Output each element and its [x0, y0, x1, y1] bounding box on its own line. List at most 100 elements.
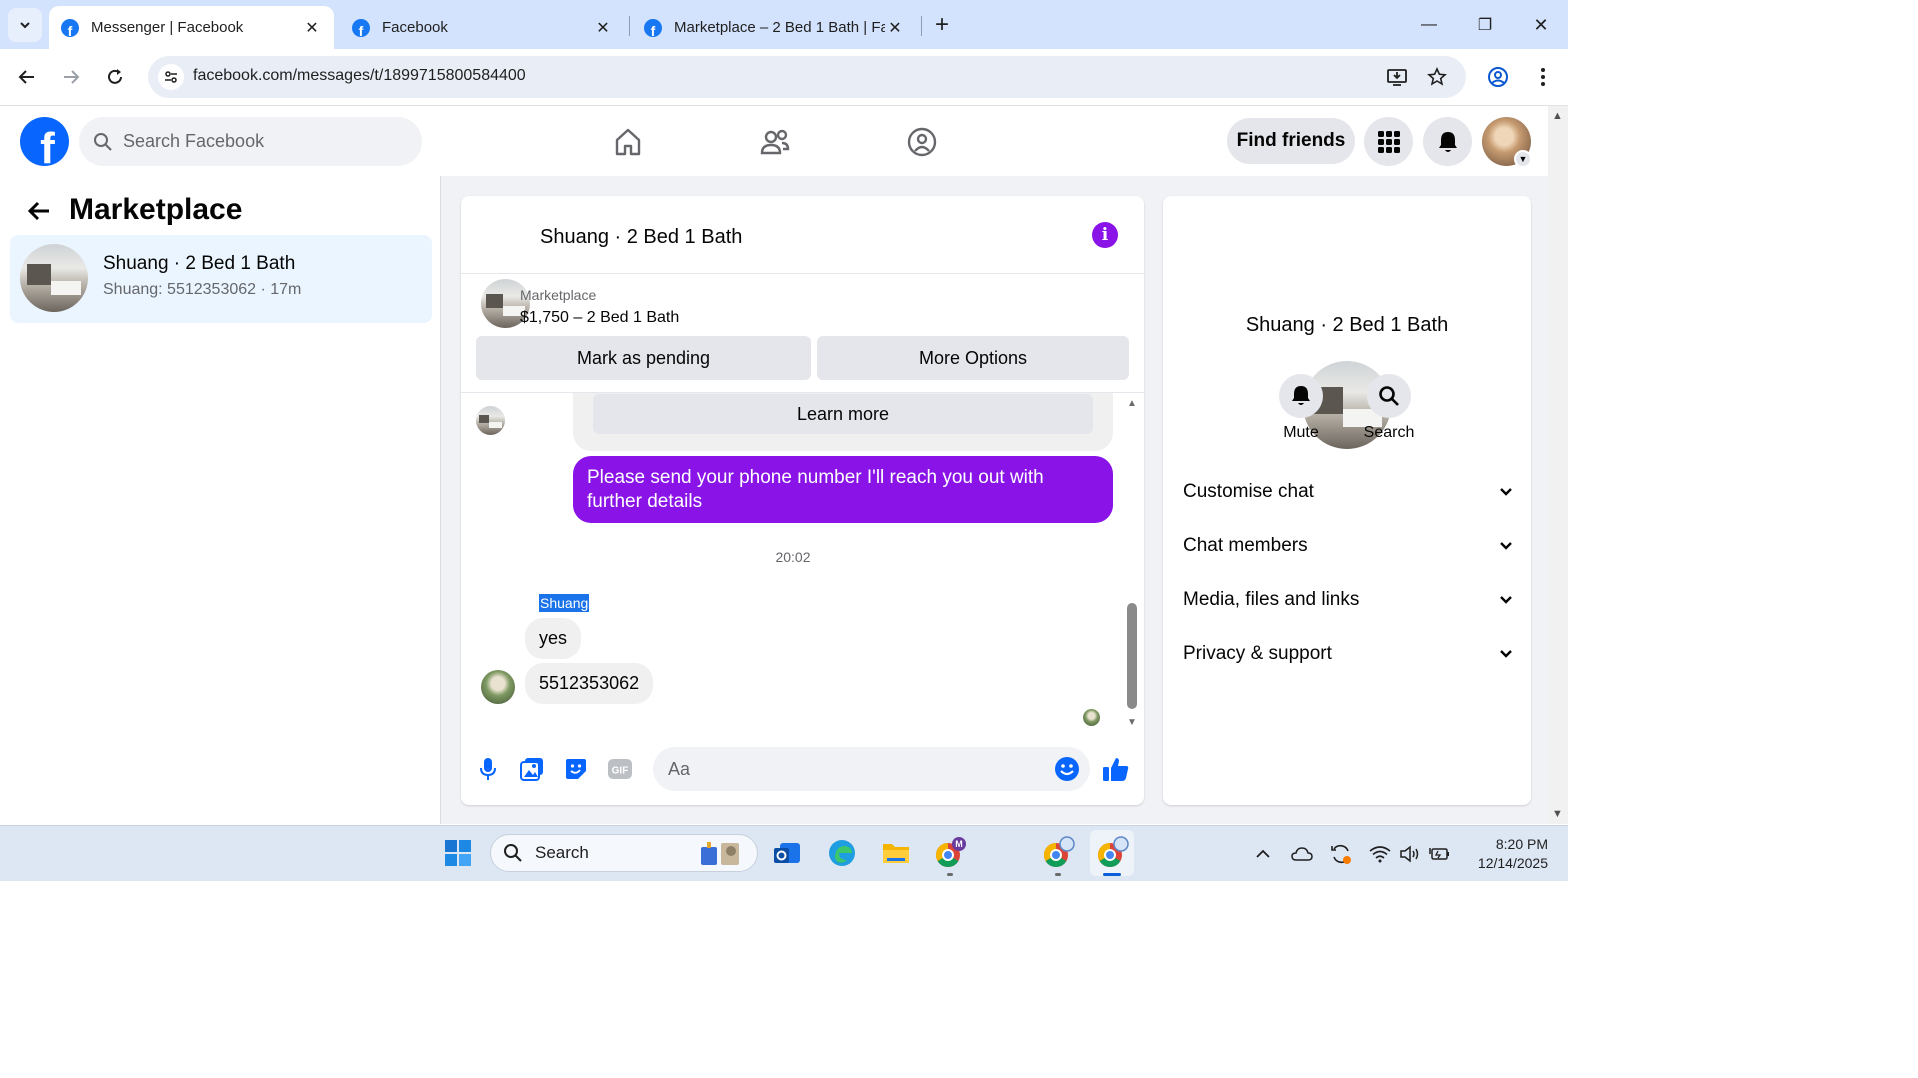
running-indicator [1055, 873, 1061, 876]
listing-price[interactable]: $1,750 – 2 Bed 1 Bath [520, 309, 679, 327]
voice-clip-button[interactable] [474, 755, 502, 783]
battery-charging-icon [1429, 848, 1449, 860]
tab-facebook[interactable]: f Facebook ✕ [340, 6, 625, 49]
home-nav-button[interactable] [606, 120, 650, 164]
panel-title: Marketplace [69, 193, 243, 226]
sender-avatar[interactable] [481, 670, 515, 704]
conversation-name: Shuang · 2 Bed 1 Bath [103, 253, 296, 274]
sticker-button[interactable] [562, 755, 590, 783]
restore-button[interactable]: ❐ [1470, 10, 1500, 40]
wifi-tray-icon[interactable] [1368, 842, 1392, 866]
reload-button[interactable] [98, 60, 132, 94]
search-label: Search [1363, 424, 1415, 441]
start-button[interactable] [438, 833, 478, 873]
media-files-links-section[interactable]: Media, files and links [1183, 580, 1513, 620]
tab-close-icon[interactable]: ✕ [885, 18, 905, 38]
tab-title: Facebook [382, 19, 448, 36]
outlook-taskbar-icon[interactable] [767, 833, 807, 873]
groups-nav-button[interactable] [900, 120, 944, 164]
tab-close-icon[interactable]: ✕ [593, 18, 613, 38]
chrome-icon [1043, 836, 1075, 868]
install-app-button[interactable] [1380, 60, 1414, 94]
chat-scroll-down-arrow[interactable]: ▼ [1125, 716, 1139, 728]
account-chevron-icon[interactable]: ▼ [1514, 150, 1532, 168]
outgoing-message: Please send your phone number I'll reach… [573, 456, 1113, 523]
learn-more-button[interactable]: Learn more [593, 394, 1093, 434]
folder-icon [883, 844, 909, 863]
tab-title: Marketplace – 2 Bed 1 Bath | Fa [674, 19, 885, 36]
onedrive-tray-icon[interactable] [1290, 842, 1314, 866]
page-scroll-down-arrow[interactable]: ▼ [1552, 808, 1563, 820]
search-in-conversation-button[interactable] [1367, 374, 1411, 418]
find-friends-button[interactable]: Find friends [1227, 118, 1355, 164]
edge-taskbar-icon[interactable] [822, 833, 862, 873]
wifi-icon [1369, 846, 1391, 863]
tab-close-icon[interactable]: ✕ [302, 18, 322, 38]
emoji-button[interactable] [1053, 755, 1081, 783]
chevron-down-icon [1500, 650, 1512, 658]
conversation-info-button[interactable]: i [1092, 222, 1118, 248]
send-like-button[interactable] [1102, 755, 1130, 783]
sender-name: Shuang [539, 594, 590, 612]
listing-thumbnail[interactable] [476, 406, 505, 435]
message-input[interactable] [668, 758, 1038, 780]
friends-nav-button[interactable] [753, 120, 797, 164]
edge-icon [829, 840, 855, 866]
message-composer[interactable] [653, 747, 1090, 791]
volume-tray-icon[interactable] [1398, 842, 1422, 866]
tab-search-menu-button[interactable] [8, 8, 42, 42]
chrome-icon: M [935, 837, 966, 868]
facebook-favicon-icon: f [352, 18, 370, 37]
facebook-search-input[interactable] [123, 131, 403, 152]
chat-scroll-up-arrow[interactable]: ▲ [1125, 397, 1139, 409]
gif-button[interactable]: GIF [606, 755, 634, 783]
site-info-button[interactable] [158, 64, 184, 90]
more-options-button[interactable]: More Options [817, 336, 1129, 380]
new-tab-button[interactable]: + [927, 10, 957, 40]
file-explorer-taskbar-icon[interactable] [876, 833, 916, 873]
chrome-profile-taskbar-icon[interactable] [1038, 833, 1078, 873]
menu-button[interactable] [1364, 117, 1413, 166]
back-button[interactable] [10, 60, 44, 94]
back-to-chats-button[interactable] [24, 196, 54, 226]
mute-button[interactable] [1279, 374, 1323, 418]
clock-time: 8:20 PM [1495, 836, 1548, 852]
chat-header-title[interactable]: Shuang · 2 Bed 1 Bath [540, 226, 742, 249]
chrome-active-taskbar-icon[interactable] [1092, 833, 1132, 873]
chrome-profile-m-taskbar-icon[interactable]: M [930, 833, 970, 873]
browser-menu-button[interactable] [1526, 60, 1560, 94]
page-scrollbar[interactable] [1548, 106, 1568, 824]
facebook-logo[interactable]: f [20, 117, 69, 166]
customise-chat-section[interactable]: Customise chat [1183, 472, 1513, 512]
privacy-support-section[interactable]: Privacy & support [1183, 634, 1513, 674]
forward-button[interactable] [54, 60, 88, 94]
chat-members-section[interactable]: Chat members [1183, 526, 1513, 566]
taskbar-clock[interactable]: 8:20 PM 12/14/2025 [1458, 835, 1548, 873]
section-label: Privacy & support [1183, 643, 1332, 664]
tab-messenger[interactable]: f Messenger | Facebook ✕ [49, 6, 334, 49]
mark-as-pending-button[interactable]: Mark as pending [476, 336, 811, 380]
section-label: Chat members [1183, 535, 1308, 556]
tab-marketplace[interactable]: f Marketplace – 2 Bed 1 Bath | Fa ✕ [632, 6, 917, 49]
notifications-button[interactable] [1423, 117, 1472, 166]
minimize-button[interactable]: — [1414, 10, 1444, 40]
attach-photo-button[interactable] [518, 755, 546, 783]
speaker-icon [1400, 845, 1419, 863]
page-scroll-up-arrow[interactable]: ▲ [1552, 110, 1563, 122]
window-close-button[interactable]: ✕ [1526, 10, 1556, 40]
microphone-icon [480, 758, 496, 780]
facebook-search[interactable] [79, 117, 422, 166]
divider [461, 273, 1144, 274]
taskbar-search[interactable]: Search [490, 834, 758, 872]
search-icon [504, 844, 522, 862]
arrow-left-icon [27, 201, 49, 221]
bookmark-button[interactable] [1420, 60, 1454, 94]
browser-profile-button[interactable] [1481, 60, 1515, 94]
show-hidden-icons-button[interactable] [1251, 842, 1275, 866]
url-text[interactable]: facebook.com/messages/t/1899715800584400 [193, 67, 526, 85]
battery-tray-icon[interactable] [1428, 842, 1452, 866]
facebook-favicon-icon: f [644, 18, 662, 37]
sync-tray-icon[interactable] [1329, 842, 1353, 866]
chat-scrollbar-thumb[interactable] [1127, 603, 1137, 709]
facebook-favicon-icon: f [61, 18, 79, 37]
